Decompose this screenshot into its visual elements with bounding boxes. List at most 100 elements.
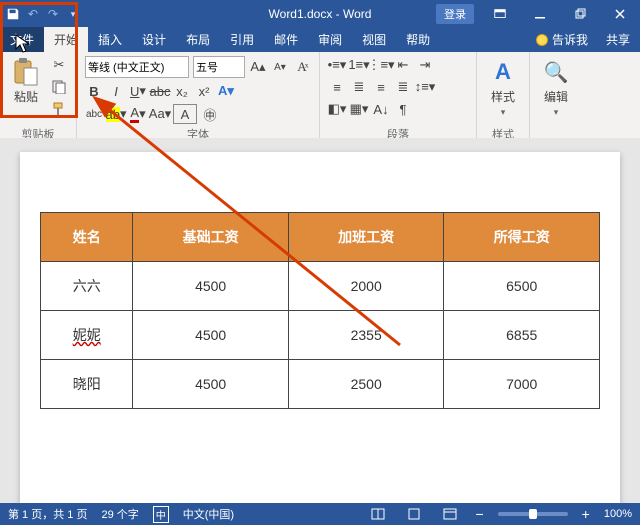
paste-label: 粘贴 (14, 88, 38, 105)
zoom-level[interactable]: 100% (604, 508, 632, 520)
table-row[interactable]: 妮妮450023556855 (41, 311, 600, 360)
status-bar: 第 1 页，共 1 页 29 个字 中 中文(中国) − + 100% (0, 503, 640, 525)
table-cell[interactable]: 4500 (133, 360, 289, 409)
zoom-in[interactable]: + (582, 506, 590, 522)
superscript-icon[interactable]: x² (195, 82, 213, 100)
save-icon[interactable] (6, 7, 20, 21)
tab-view[interactable]: 视图 (352, 27, 396, 52)
show-marks-icon[interactable]: ¶ (394, 100, 412, 118)
highlight-icon[interactable]: ab▾ (107, 105, 125, 123)
page: 姓名基础工资加班工资所得工资 六六450020006500妮妮450023556… (20, 152, 620, 503)
table-cell[interactable]: 六六 (41, 262, 133, 311)
tab-review[interactable]: 审阅 (308, 27, 352, 52)
redo-icon[interactable]: ↷ (46, 7, 60, 21)
qat-more-icon[interactable]: ▾ (66, 7, 80, 21)
justify-icon[interactable]: ≣ (394, 78, 412, 96)
styles-button[interactable]: A 样式 ▾ (485, 56, 521, 120)
sort-icon[interactable]: A↓ (372, 100, 390, 118)
align-center-icon[interactable]: ≣ (350, 78, 368, 96)
editing-button[interactable]: 🔍 编辑 ▾ (538, 56, 574, 120)
tell-me-label: 告诉我 (552, 31, 588, 48)
zoom-out[interactable]: − (475, 506, 483, 522)
print-layout-icon[interactable] (403, 506, 425, 522)
table-header[interactable]: 所得工资 (444, 213, 600, 262)
grow-font-icon[interactable]: A▴ (249, 58, 267, 76)
ribbon-options-icon[interactable] (480, 0, 520, 28)
minimize-button[interactable] (520, 0, 560, 28)
table-row[interactable]: 六六450020006500 (41, 262, 600, 311)
paste-button[interactable]: 粘贴 (8, 56, 44, 118)
shrink-font-icon[interactable]: A▾ (271, 58, 289, 76)
tell-me[interactable]: 告诉我 (528, 27, 596, 52)
word-count[interactable]: 29 个字 (101, 506, 138, 522)
bullets-icon[interactable]: •≡▾ (328, 56, 346, 74)
font-name-combo[interactable] (85, 56, 189, 78)
align-left-icon[interactable]: ≡ (328, 78, 346, 96)
group-paragraph: •≡▾ 1≡▾ ⋮≡▾ ⇤ ⇥ ≡ ≣ ≡ ≣ ↕≡▾ ◧▾ ▦▾ A↓ ¶ 段… (320, 52, 477, 144)
clear-format-icon[interactable]: Aͯ (293, 58, 311, 76)
tab-mailings[interactable]: 邮件 (264, 27, 308, 52)
table-cell[interactable]: 2355 (288, 311, 444, 360)
text-effects-icon[interactable]: A▾ (217, 82, 235, 100)
indent-left-icon[interactable]: ⇤ (394, 56, 412, 74)
table-cell[interactable]: 2500 (288, 360, 444, 409)
table-cell[interactable]: 妮妮 (41, 311, 133, 360)
underline-icon[interactable]: U▾ (129, 82, 147, 100)
table-cell[interactable]: 4500 (133, 311, 289, 360)
tab-help[interactable]: 帮助 (396, 27, 440, 52)
format-painter-icon[interactable] (50, 100, 68, 118)
lang-icon[interactable]: 中 (153, 506, 169, 523)
table-cell[interactable]: 晓阳 (41, 360, 133, 409)
char-border-icon[interactable]: A (173, 104, 197, 124)
salary-table[interactable]: 姓名基础工资加班工资所得工资 六六450020006500妮妮450023556… (40, 212, 600, 409)
web-layout-icon[interactable] (439, 506, 461, 522)
table-header[interactable]: 姓名 (41, 213, 133, 262)
read-mode-icon[interactable] (367, 506, 389, 522)
table-header[interactable]: 加班工资 (288, 213, 444, 262)
change-case-icon[interactable]: Aa▾ (151, 105, 169, 123)
enclose-icon[interactable]: ㊥ (201, 105, 219, 123)
subscript-icon[interactable]: x₂ (173, 82, 191, 100)
language[interactable]: 中文(中国) (183, 506, 234, 522)
undo-icon[interactable]: ↶ (26, 7, 40, 21)
numbering-icon[interactable]: 1≡▾ (350, 56, 368, 74)
tab-layout[interactable]: 布局 (176, 27, 220, 52)
copy-icon[interactable] (50, 78, 68, 96)
shading-icon[interactable]: ◧▾ (328, 100, 346, 118)
group-editing: 🔍 编辑 ▾ (530, 52, 582, 144)
ribbon-tabs: 文件 开始 插入 设计 布局 引用 邮件 审阅 视图 帮助 告诉我 共享 (0, 28, 640, 52)
font-color-icon[interactable]: A▾ (129, 105, 147, 123)
table-cell[interactable]: 4500 (133, 262, 289, 311)
italic-icon[interactable]: I (107, 82, 125, 100)
lightbulb-icon (536, 34, 548, 46)
phonetic-icon[interactable]: abc (85, 105, 103, 123)
table-header[interactable]: 基础工资 (133, 213, 289, 262)
zoom-slider[interactable] (498, 512, 568, 516)
share-button[interactable]: 共享 (596, 27, 640, 52)
tab-design[interactable]: 设计 (132, 27, 176, 52)
line-spacing-icon[interactable]: ↕≡▾ (416, 78, 434, 96)
document-area[interactable]: 姓名基础工资加班工资所得工资 六六450020006500妮妮450023556… (0, 138, 640, 503)
tab-home[interactable]: 开始 (44, 27, 88, 52)
title-bar: ↶ ↷ ▾ Word1.docx - Word 登录 (0, 0, 640, 28)
bold-icon[interactable]: B (85, 82, 103, 100)
font-size-combo[interactable] (193, 56, 245, 78)
strike-icon[interactable]: abc (151, 82, 169, 100)
multilevel-icon[interactable]: ⋮≡▾ (372, 56, 390, 74)
align-right-icon[interactable]: ≡ (372, 78, 390, 96)
cut-icon[interactable]: ✂ (50, 56, 68, 74)
login-button[interactable]: 登录 (436, 4, 474, 24)
borders-icon[interactable]: ▦▾ (350, 100, 368, 118)
table-cell[interactable]: 2000 (288, 262, 444, 311)
tab-references[interactable]: 引用 (220, 27, 264, 52)
table-row[interactable]: 晓阳450025007000 (41, 360, 600, 409)
page-count[interactable]: 第 1 页，共 1 页 (8, 506, 87, 522)
table-cell[interactable]: 6500 (444, 262, 600, 311)
group-styles: A 样式 ▾ 样式 (477, 52, 530, 144)
close-button[interactable] (600, 0, 640, 28)
tab-insert[interactable]: 插入 (88, 27, 132, 52)
table-cell[interactable]: 6855 (444, 311, 600, 360)
table-cell[interactable]: 7000 (444, 360, 600, 409)
restore-button[interactable] (560, 0, 600, 28)
indent-right-icon[interactable]: ⇥ (416, 56, 434, 74)
